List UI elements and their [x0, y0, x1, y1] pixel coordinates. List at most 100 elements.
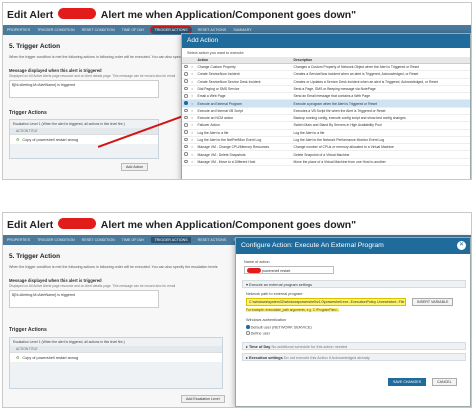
action-description-cell: Log the Alert to a file: [291, 129, 470, 137]
radio-empty-icon[interactable]: [184, 123, 188, 127]
action-name-input[interactable]: powershell restart: [244, 266, 334, 274]
action-option-row[interactable]: ▪ Create ServiceNow Service Desk Incident…: [182, 78, 470, 86]
title-suffix: Alert me when Application/Component goes…: [100, 219, 357, 231]
action-name-cell: Manage VM - Change CPU/Memory Resources: [195, 143, 292, 152]
action-description-cell: Move the place of a Virtual Machine from…: [291, 158, 470, 166]
trigger-actions-label: Trigger Actions: [9, 110, 47, 116]
auth-default-option[interactable]: Default user (NETWORK SERVICE): [246, 325, 312, 330]
redacted-name-prefix: [247, 268, 261, 273]
radio-cell[interactable]: [182, 63, 190, 72]
action-description-cell: Creates a ServiceNow incident when an al…: [291, 70, 470, 79]
action-name-cell: Create ServiceNow Service Desk Incident: [195, 78, 292, 86]
radio-cell[interactable]: [182, 70, 190, 79]
radio-cell[interactable]: [182, 85, 190, 94]
radio-empty-icon[interactable]: [184, 64, 188, 69]
save-changes-button[interactable]: SAVE CHANGES: [388, 378, 427, 386]
auth-define-option[interactable]: Define user: [246, 331, 270, 336]
radio-empty-icon[interactable]: [184, 72, 188, 76]
tab-reset-condition[interactable]: RESET CONDITION: [82, 238, 115, 242]
action-option-row[interactable]: ▪ Manage VM - Move to a Different Host Mov…: [182, 158, 470, 166]
tab-trigger-condition[interactable]: TRIGGER CONDITION: [37, 28, 75, 32]
action-option-row[interactable]: ▪ Dial Paging or SMS Service Send a Page, …: [182, 85, 470, 94]
add-escalation-level-button[interactable]: Add Escalation Level: [181, 395, 225, 403]
radio-cell[interactable]: [182, 158, 190, 166]
step-title: 5. Trigger Action: [9, 253, 61, 260]
action-name-cell: Execute an NCM action: [195, 114, 292, 123]
action-option-row[interactable]: ▪ Log the Alert to a file Log the Alert to…: [182, 129, 470, 137]
radio-cell[interactable]: [182, 99, 190, 108]
add-action-dialog: Add Action Select action you want to exe…: [181, 33, 471, 179]
action-option-row[interactable]: ▪ Execute an External VB Script Executes a…: [182, 107, 470, 115]
escalation-header: Escalation Level 1 (When the alert is tr…: [13, 122, 125, 126]
tab-reset-actions[interactable]: RESET ACTIONS: [198, 238, 227, 242]
time-of-day-section[interactable]: ▸ Time of Day No additional schedule for…: [242, 342, 466, 350]
action-name-cell: Change Custom Property: [195, 63, 292, 72]
tab-reset-condition[interactable]: RESET CONDITION: [82, 28, 115, 32]
action-option-row[interactable]: ▪ Log the Alert to the NetPerfMon Event L…: [182, 136, 470, 145]
action-name-cell: Manage VM - Delete Snapshots: [195, 150, 292, 159]
cancel-button[interactable]: CANCEL: [432, 378, 457, 386]
message-field[interactable]: ${N=Alerting;M=AlertName} is triggered: [9, 80, 159, 98]
action-option-row[interactable]: ▪ Execute an External Program Execute a pr…: [182, 99, 470, 108]
tab-time-of-day[interactable]: TIME OF DAY: [122, 28, 145, 32]
radio-selected-icon[interactable]: [184, 101, 188, 105]
action-description-cell: Changes a Custom Property of Network Obj…: [291, 63, 470, 72]
radio-cell[interactable]: [182, 92, 190, 101]
action-description-cell: Log the Alert to the Network Performance…: [291, 136, 470, 145]
radio-empty-icon[interactable]: [184, 137, 188, 142]
message-field[interactable]: ${N=Alerting;M=AlertName} is triggered: [9, 290, 159, 308]
close-icon[interactable]: ✕: [457, 241, 466, 250]
action-description-cell: Send a Page, SMS or Beeping message via …: [291, 85, 470, 94]
tab-reset-actions[interactable]: RESET ACTIONS: [198, 28, 227, 32]
radio-cell[interactable]: [182, 129, 190, 137]
action-row[interactable]: ⚙ Copy of powershell restart annog: [10, 134, 158, 144]
auth-default-label: Default user (NETWORK SERVICE): [250, 325, 312, 330]
radio-empty-icon[interactable]: [184, 115, 188, 120]
action-option-row[interactable]: ▪ Create ServiceNow Incident Creates a Ser…: [182, 70, 470, 79]
title-prefix: Edit Alert: [7, 219, 54, 231]
insert-variable-button[interactable]: INSERT VARIABLE: [412, 298, 454, 306]
radio-cell[interactable]: [182, 114, 190, 123]
radio-cell[interactable]: [182, 136, 190, 145]
radio-empty-icon[interactable]: [184, 108, 188, 113]
dialog-title: Add Action: [182, 34, 470, 48]
action-option-row[interactable]: ▪ Email a Web Page Send an Email message t…: [182, 92, 470, 101]
radio-empty-icon[interactable]: [184, 79, 188, 83]
program-path-label: Network path to external program:: [246, 292, 304, 296]
radio-cell[interactable]: [182, 107, 190, 115]
escalation-header: Escalation Level 1 (When the alert is tr…: [13, 340, 125, 344]
tab-trigger-condition[interactable]: TRIGGER CONDITION: [37, 238, 75, 242]
radio-cell[interactable]: [182, 78, 190, 86]
execution-settings-section[interactable]: ▸ Execution settings Do not execute this…: [242, 353, 466, 361]
message-hint: Displayed on All Active Alerts page reso…: [9, 74, 176, 78]
action-name-cell: Email a Web Page: [195, 92, 292, 101]
radio-cell[interactable]: [182, 121, 190, 130]
add-action-button[interactable]: Add Action: [121, 163, 149, 171]
dialog-subtitle: Select action you want to execute: [187, 51, 244, 55]
action-row[interactable]: ⚙ Copy of powershell restart annog: [10, 352, 222, 362]
time-of-day-title: Time of Day: [248, 345, 271, 349]
radio-empty-icon[interactable]: [184, 94, 188, 98]
action-name-value: powershell restart: [262, 269, 291, 273]
action-option-row[interactable]: ▪ Execute an NCM action Backup running con…: [182, 114, 470, 123]
tab-trigger-actions[interactable]: TRIGGER ACTIONS: [151, 237, 191, 243]
action-description-cell: Delete Snapshot of a Virtual Machine: [291, 150, 470, 159]
tab-properties[interactable]: PROPERTIES: [7, 238, 30, 242]
radio-empty-icon[interactable]: [184, 152, 188, 156]
tab-time-of-day[interactable]: TIME OF DAY: [122, 238, 145, 242]
action-option-row[interactable]: ▪ Change Custom Property Changes a Custom …: [182, 63, 470, 72]
radio-cell[interactable]: [182, 143, 190, 152]
tab-properties[interactable]: PROPERTIES: [7, 28, 30, 32]
program-settings-section[interactable]: ▾ Execute an external program settings: [242, 280, 466, 288]
radio-empty-icon[interactable]: [184, 159, 188, 164]
radio-empty-icon[interactable]: [184, 86, 188, 91]
radio-empty-icon[interactable]: [184, 144, 188, 149]
tab-summary[interactable]: SUMMARY: [233, 28, 251, 32]
trigger-actions-label: Trigger Actions: [9, 327, 47, 333]
action-option-row[interactable]: ▪ Manage VM - Delete Snapshots Delete Snap…: [182, 150, 470, 159]
radio-cell[interactable]: [182, 150, 190, 159]
radio-empty-icon[interactable]: [184, 130, 188, 134]
action-option-row[interactable]: ▪ Manage VM - Change CPU/Memory Resources…: [182, 143, 470, 152]
action-option-row[interactable]: ▪ Failover Action Switch Main and Stand By…: [182, 121, 470, 130]
program-path-input[interactable]: C:\windows\system32\windowspowershell\v1…: [246, 298, 406, 306]
